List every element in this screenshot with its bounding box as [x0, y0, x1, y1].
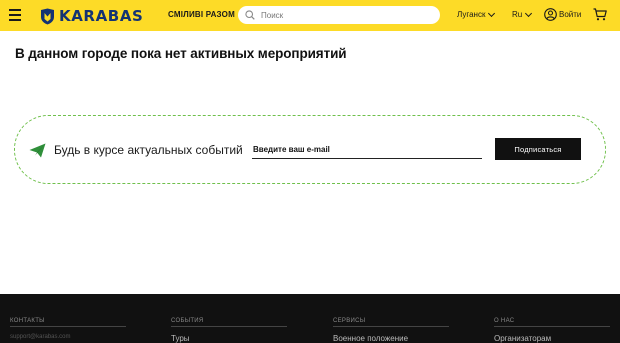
user-icon: [544, 8, 557, 21]
paper-plane-icon: [29, 143, 46, 158]
footer-link[interactable]: Военное положение: [333, 334, 449, 343]
search-box: [238, 6, 440, 24]
footer-column-events: СОБЫТИЯ Туры: [171, 318, 287, 343]
header: KARABAS СМІЛИВІ РАЗОМ Луганск Ru Войти: [0, 0, 620, 31]
chevron-down-icon: [525, 9, 533, 17]
subscribe-button[interactable]: Подписаться: [495, 138, 581, 160]
shield-logo-icon: [41, 8, 54, 24]
footer-heading: КОНТАКТЫ: [10, 318, 126, 327]
footer-heading: СОБЫТИЯ: [171, 318, 287, 327]
footer-column-about: О НАС Организаторам: [494, 318, 610, 343]
menu-icon[interactable]: [9, 9, 21, 21]
search-icon: [245, 10, 255, 20]
chevron-down-icon: [488, 9, 496, 17]
footer-link[interactable]: Организаторам: [494, 334, 610, 343]
language-selector[interactable]: Ru: [512, 9, 533, 19]
cart-icon[interactable]: [593, 8, 607, 21]
subscribe-text: Будь в курсе актуальных событий: [54, 143, 243, 157]
city-selector[interactable]: Луганск: [457, 9, 496, 19]
logo-text: KARABAS: [59, 7, 144, 25]
slogan: СМІЛИВІ РАЗОМ: [168, 10, 235, 19]
page-title: В данном городе пока нет активных меропр…: [15, 46, 347, 61]
language-label: Ru: [512, 10, 523, 19]
email-input[interactable]: [252, 140, 482, 159]
city-label: Луганск: [457, 10, 486, 19]
footer-column-contacts: КОНТАКТЫ support@karabas.com: [10, 318, 126, 340]
footer-link[interactable]: Туры: [171, 334, 287, 343]
login-button[interactable]: Войти: [544, 8, 581, 21]
search-input[interactable]: [261, 8, 431, 22]
footer-column-services: СЕРВИСЫ Военное положение: [333, 318, 449, 343]
login-label: Войти: [559, 10, 582, 19]
footer-heading: СЕРВИСЫ: [333, 318, 449, 327]
footer: КОНТАКТЫ support@karabas.com СОБЫТИЯ Тур…: [0, 294, 620, 343]
footer-heading: О НАС: [494, 318, 610, 327]
logo[interactable]: KARABAS: [40, 6, 143, 26]
footer-link[interactable]: support@karabas.com: [10, 334, 126, 340]
subscribe-panel: Будь в курсе актуальных событий Подписат…: [14, 115, 606, 184]
